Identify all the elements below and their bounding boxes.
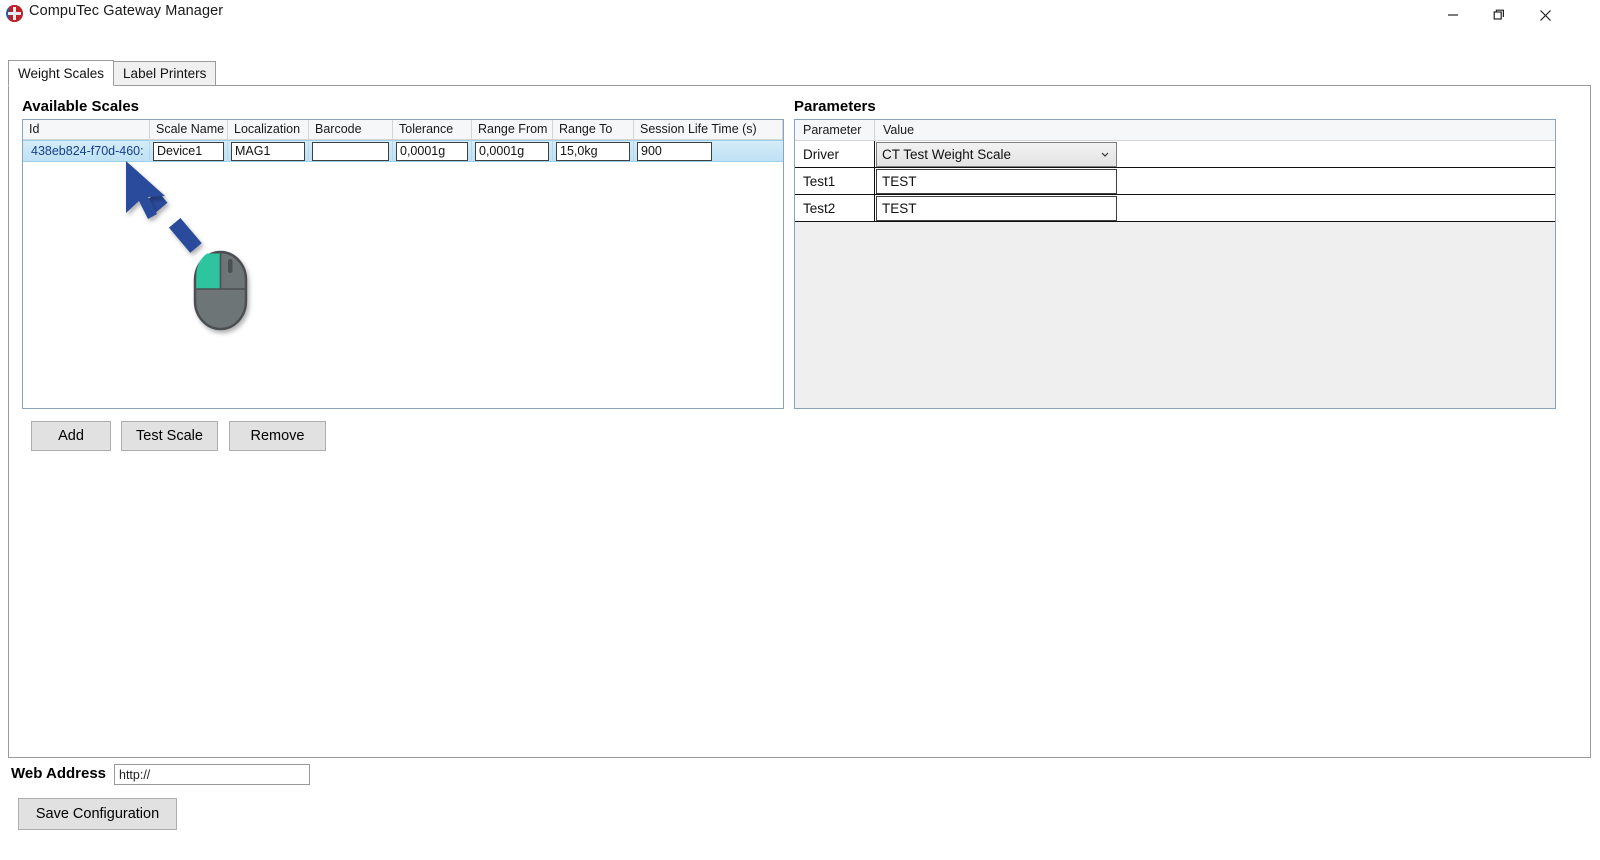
test1-input[interactable]: TEST xyxy=(876,169,1117,194)
parameters-grid-header: Parameter Value xyxy=(795,120,1555,141)
test-scale-button[interactable]: Test Scale xyxy=(121,421,218,451)
app-logo-icon xyxy=(6,5,23,22)
chevron-down-icon xyxy=(1099,148,1111,160)
localization-input[interactable]: MAG1 xyxy=(231,142,305,161)
column-header-value[interactable]: Value xyxy=(875,120,1555,140)
parameters-rows: Driver CT Test Weight Scale Test1 TEST T… xyxy=(795,141,1555,222)
session-life-time-input[interactable]: 900 xyxy=(637,142,712,161)
close-button[interactable] xyxy=(1522,0,1568,30)
cell-tolerance[interactable]: 0,0001g xyxy=(393,140,472,162)
column-header-scale-name[interactable]: Scale Name xyxy=(150,120,228,139)
cell-range-to[interactable]: 15,0kg xyxy=(553,140,634,162)
range-to-input[interactable]: 15,0kg xyxy=(556,142,630,161)
scale-name-input[interactable]: Device1 xyxy=(153,142,224,161)
cell-scale-name[interactable]: Device1 xyxy=(150,140,228,162)
barcode-input[interactable] xyxy=(312,142,389,161)
column-header-range-to[interactable]: Range To xyxy=(553,120,634,139)
cell-localization[interactable]: MAG1 xyxy=(228,140,309,162)
column-header-parameter[interactable]: Parameter xyxy=(795,120,875,140)
parameters-grid[interactable]: Parameter Value Driver CT Test Weight Sc… xyxy=(794,119,1556,409)
web-address-input[interactable]: http:// xyxy=(114,764,310,785)
remove-button[interactable]: Remove xyxy=(229,421,326,451)
web-address-label: Web Address xyxy=(11,765,106,782)
cell-barcode[interactable] xyxy=(309,140,393,162)
tab-weight-scales-label: Weight Scales xyxy=(18,66,104,81)
parameter-value-driver[interactable]: CT Test Weight Scale xyxy=(875,141,1555,168)
available-scales-caption: Available Scales xyxy=(22,98,139,115)
add-button[interactable]: Add xyxy=(31,421,111,451)
tab-label-printers-label: Label Printers xyxy=(123,66,206,81)
column-header-session-life[interactable]: Session Life Time (s) xyxy=(634,120,783,139)
window-title: CompuTec Gateway Manager xyxy=(29,3,223,19)
minimize-button[interactable] xyxy=(1430,0,1476,30)
column-header-tolerance[interactable]: Tolerance xyxy=(393,120,472,139)
cell-range-from[interactable]: 0,0001g xyxy=(472,140,553,162)
driver-select-value: CT Test Weight Scale xyxy=(882,147,1011,162)
column-header-range-from[interactable]: Range From xyxy=(472,120,553,139)
save-configuration-button[interactable]: Save Configuration xyxy=(18,798,177,830)
column-header-localization[interactable]: Localization xyxy=(228,120,309,139)
tab-strip: Weight Scales Label Printers xyxy=(8,61,215,86)
cell-session-life-time[interactable]: 900 xyxy=(634,140,783,162)
title-bar: CompuTec Gateway Manager xyxy=(0,0,1600,30)
parameter-name-test1: Test1 xyxy=(795,168,875,195)
test2-input[interactable]: TEST xyxy=(876,196,1117,221)
parameter-name-driver: Driver xyxy=(795,141,875,168)
parameter-value-test1[interactable]: TEST xyxy=(875,168,1555,195)
scales-grid-header: Id Scale Name Localization Barcode Toler… xyxy=(23,120,783,140)
available-scales-grid[interactable]: Id Scale Name Localization Barcode Toler… xyxy=(22,119,784,409)
table-row[interactable]: Test1 TEST xyxy=(795,168,1555,195)
table-row[interactable]: 438eb824-f70d-460: Device1 MAG1 0,0001g … xyxy=(23,140,783,162)
table-row[interactable]: Test2 TEST xyxy=(795,195,1555,222)
scale-id-value: 438eb824-f70d-460: xyxy=(23,144,144,158)
column-header-barcode[interactable]: Barcode xyxy=(309,120,393,139)
parameter-value-test2[interactable]: TEST xyxy=(875,195,1555,222)
column-header-id[interactable]: Id xyxy=(23,120,150,139)
maximize-restore-button[interactable] xyxy=(1476,0,1522,30)
table-row[interactable]: Driver CT Test Weight Scale xyxy=(795,141,1555,168)
tab-label-printers[interactable]: Label Printers xyxy=(113,61,216,86)
cell-id[interactable]: 438eb824-f70d-460: xyxy=(23,140,150,162)
parameter-name-test2: Test2 xyxy=(795,195,875,222)
tab-weight-scales[interactable]: Weight Scales xyxy=(8,60,114,86)
parameters-caption: Parameters xyxy=(794,98,876,115)
range-from-input[interactable]: 0,0001g xyxy=(475,142,549,161)
tolerance-input[interactable]: 0,0001g xyxy=(396,142,468,161)
driver-select[interactable]: CT Test Weight Scale xyxy=(876,142,1117,167)
